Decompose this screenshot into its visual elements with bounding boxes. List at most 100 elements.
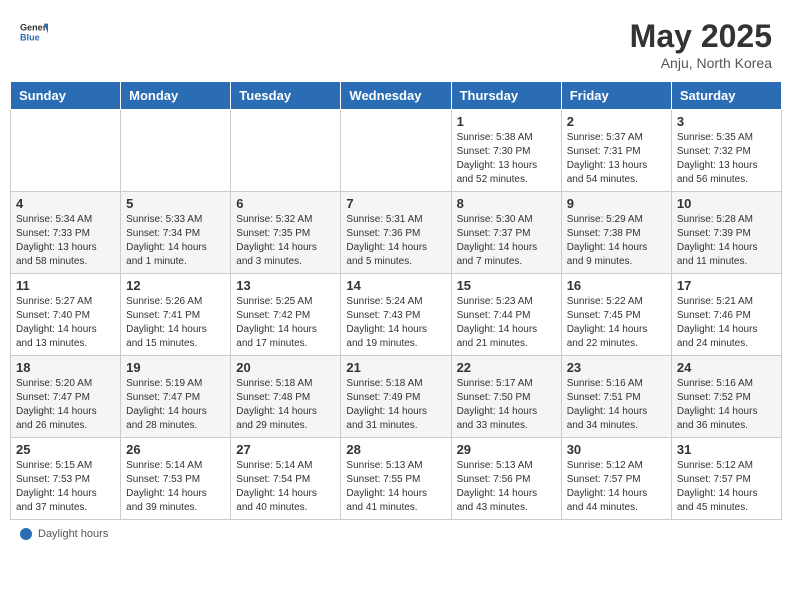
day-info: Sunrise: 5:16 AM Sunset: 7:52 PM Dayligh…	[677, 377, 776, 433]
day-info: Sunrise: 5:25 AM Sunset: 7:42 PM Dayligh…	[236, 295, 335, 351]
col-header-monday: Monday	[121, 82, 231, 110]
day-cell	[11, 110, 121, 192]
day-number: 28	[346, 442, 445, 457]
day-number: 12	[126, 278, 225, 293]
day-cell: 16 Sunrise: 5:22 AM Sunset: 7:45 PM Dayli…	[561, 274, 671, 356]
day-info: Sunrise: 5:22 AM Sunset: 7:45 PM Dayligh…	[567, 295, 666, 351]
day-number: 2	[567, 114, 666, 129]
month-title: May 2025	[630, 18, 772, 55]
day-number: 15	[457, 278, 556, 293]
day-cell: 26Sunrise: 5:14 AM Sunset: 7:53 PM Dayli…	[121, 438, 231, 520]
day-cell: 12 Sunrise: 5:26 AM Sunset: 7:41 PM Dayli…	[121, 274, 231, 356]
day-cell: 22 Sunrise: 5:17 AM Sunset: 7:50 PM Dayli…	[451, 356, 561, 438]
day-cell: 21 Sunrise: 5:18 AM Sunset: 7:49 PM Dayli…	[341, 356, 451, 438]
day-number: 30	[567, 442, 666, 457]
day-number: 29	[457, 442, 556, 457]
calendar-footer: Daylight hours	[10, 520, 782, 548]
day-info: Sunrise: 5:18 AM Sunset: 7:49 PM Dayligh…	[346, 377, 445, 433]
day-cell	[231, 110, 341, 192]
day-cell: 4 Sunrise: 5:34 AM Sunset: 7:33 PM Daylig…	[11, 192, 121, 274]
day-info: Sunrise: 5:13 AM Sunset: 7:55 PM Dayligh…	[346, 459, 445, 515]
day-cell: 25 Sunrise: 5:15 AM Sunset: 7:53 PM Dayli…	[11, 438, 121, 520]
col-header-wednesday: Wednesday	[341, 82, 451, 110]
calendar-header-row: SundayMondayTuesdayWednesdayThursdayFrid…	[11, 82, 782, 110]
day-cell: 19 Sunrise: 5:19 AM Sunset: 7:47 PM Dayli…	[121, 356, 231, 438]
day-info: Sunrise: 5:34 AM Sunset: 7:33 PM Dayligh…	[16, 213, 115, 269]
day-cell: 14 Sunrise: 5:24 AM Sunset: 7:43 PM Dayli…	[341, 274, 451, 356]
day-number: 16	[567, 278, 666, 293]
day-info: Sunrise: 5:17 AM Sunset: 7:50 PM Dayligh…	[457, 377, 556, 433]
day-number: 26	[126, 442, 225, 457]
day-number: 4	[16, 196, 115, 211]
day-number: 1	[457, 114, 556, 129]
week-row-4: 18 Sunrise: 5:20 AM Sunset: 7:47 PM Dayli…	[11, 356, 782, 438]
day-number: 23	[567, 360, 666, 375]
day-number: 17	[677, 278, 776, 293]
week-row-5: 25 Sunrise: 5:15 AM Sunset: 7:53 PM Dayli…	[11, 438, 782, 520]
day-info: Sunrise: 5:29 AM Sunset: 7:38 PM Dayligh…	[567, 213, 666, 269]
day-number: 19	[126, 360, 225, 375]
location-subtitle: Anju, North Korea	[630, 55, 772, 71]
day-info: Sunrise: 5:13 AM Sunset: 7:56 PM Dayligh…	[457, 459, 556, 515]
day-number: 14	[346, 278, 445, 293]
day-info: Sunrise: 5:30 AM Sunset: 7:37 PM Dayligh…	[457, 213, 556, 269]
day-number: 24	[677, 360, 776, 375]
day-info: Sunrise: 5:26 AM Sunset: 7:41 PM Dayligh…	[126, 295, 225, 351]
day-number: 27	[236, 442, 335, 457]
day-cell: 23 Sunrise: 5:16 AM Sunset: 7:51 PM Dayli…	[561, 356, 671, 438]
day-info: Sunrise: 5:16 AM Sunset: 7:51 PM Dayligh…	[567, 377, 666, 433]
day-cell: 1 Sunrise: 5:38 AM Sunset: 7:30 PM Daylig…	[451, 110, 561, 192]
page-header: General Blue May 2025 Anju, North Korea	[10, 10, 782, 75]
day-number: 8	[457, 196, 556, 211]
day-number: 11	[16, 278, 115, 293]
day-info: Sunrise: 5:28 AM Sunset: 7:39 PM Dayligh…	[677, 213, 776, 269]
day-cell: 9 Sunrise: 5:29 AM Sunset: 7:38 PM Daylig…	[561, 192, 671, 274]
day-info: Sunrise: 5:31 AM Sunset: 7:36 PM Dayligh…	[346, 213, 445, 269]
day-cell: 10 Sunrise: 5:28 AM Sunset: 7:39 PM Dayli…	[671, 192, 781, 274]
footer-label: Daylight hours	[38, 528, 108, 540]
day-info: Sunrise: 5:20 AM Sunset: 7:47 PM Dayligh…	[16, 377, 115, 433]
day-cell: 31Sunrise: 5:12 AM Sunset: 7:57 PM Dayli…	[671, 438, 781, 520]
day-info: Sunrise: 5:15 AM Sunset: 7:53 PM Dayligh…	[16, 459, 115, 515]
day-number: 9	[567, 196, 666, 211]
day-info: Sunrise: 5:37 AM Sunset: 7:31 PM Dayligh…	[567, 131, 666, 187]
week-row-2: 4 Sunrise: 5:34 AM Sunset: 7:33 PM Daylig…	[11, 192, 782, 274]
day-info: Sunrise: 5:33 AM Sunset: 7:34 PM Dayligh…	[126, 213, 225, 269]
day-info: Sunrise: 5:14 AM Sunset: 7:54 PM Dayligh…	[236, 459, 335, 515]
col-header-sunday: Sunday	[11, 82, 121, 110]
day-cell: 17Sunrise: 5:21 AM Sunset: 7:46 PM Dayli…	[671, 274, 781, 356]
day-cell: 8 Sunrise: 5:30 AM Sunset: 7:37 PM Daylig…	[451, 192, 561, 274]
footer-dot-icon	[20, 528, 32, 540]
day-info: Sunrise: 5:38 AM Sunset: 7:30 PM Dayligh…	[457, 131, 556, 187]
day-cell: 5 Sunrise: 5:33 AM Sunset: 7:34 PM Daylig…	[121, 192, 231, 274]
day-number: 18	[16, 360, 115, 375]
day-number: 31	[677, 442, 776, 457]
day-cell: 11Sunrise: 5:27 AM Sunset: 7:40 PM Dayli…	[11, 274, 121, 356]
day-number: 3	[677, 114, 776, 129]
day-info: Sunrise: 5:12 AM Sunset: 7:57 PM Dayligh…	[567, 459, 666, 515]
col-header-tuesday: Tuesday	[231, 82, 341, 110]
day-number: 21	[346, 360, 445, 375]
day-cell	[341, 110, 451, 192]
day-number: 5	[126, 196, 225, 211]
day-number: 10	[677, 196, 776, 211]
logo: General Blue	[20, 18, 50, 46]
day-info: Sunrise: 5:24 AM Sunset: 7:43 PM Dayligh…	[346, 295, 445, 351]
day-cell: 24 Sunrise: 5:16 AM Sunset: 7:52 PM Dayli…	[671, 356, 781, 438]
day-cell: 27 Sunrise: 5:14 AM Sunset: 7:54 PM Dayli…	[231, 438, 341, 520]
day-number: 22	[457, 360, 556, 375]
day-number: 6	[236, 196, 335, 211]
day-number: 7	[346, 196, 445, 211]
day-cell: 6Sunrise: 5:32 AM Sunset: 7:35 PM Daylig…	[231, 192, 341, 274]
day-info: Sunrise: 5:35 AM Sunset: 7:32 PM Dayligh…	[677, 131, 776, 187]
day-cell: 28 Sunrise: 5:13 AM Sunset: 7:55 PM Dayli…	[341, 438, 451, 520]
day-info: Sunrise: 5:19 AM Sunset: 7:47 PM Dayligh…	[126, 377, 225, 433]
day-number: 13	[236, 278, 335, 293]
day-number: 25	[16, 442, 115, 457]
calendar-table: SundayMondayTuesdayWednesdayThursdayFrid…	[10, 81, 782, 520]
col-header-thursday: Thursday	[451, 82, 561, 110]
day-cell: 2 Sunrise: 5:37 AM Sunset: 7:31 PM Daylig…	[561, 110, 671, 192]
week-row-1: 1 Sunrise: 5:38 AM Sunset: 7:30 PM Daylig…	[11, 110, 782, 192]
title-block: May 2025 Anju, North Korea	[630, 18, 772, 71]
day-number: 20	[236, 360, 335, 375]
